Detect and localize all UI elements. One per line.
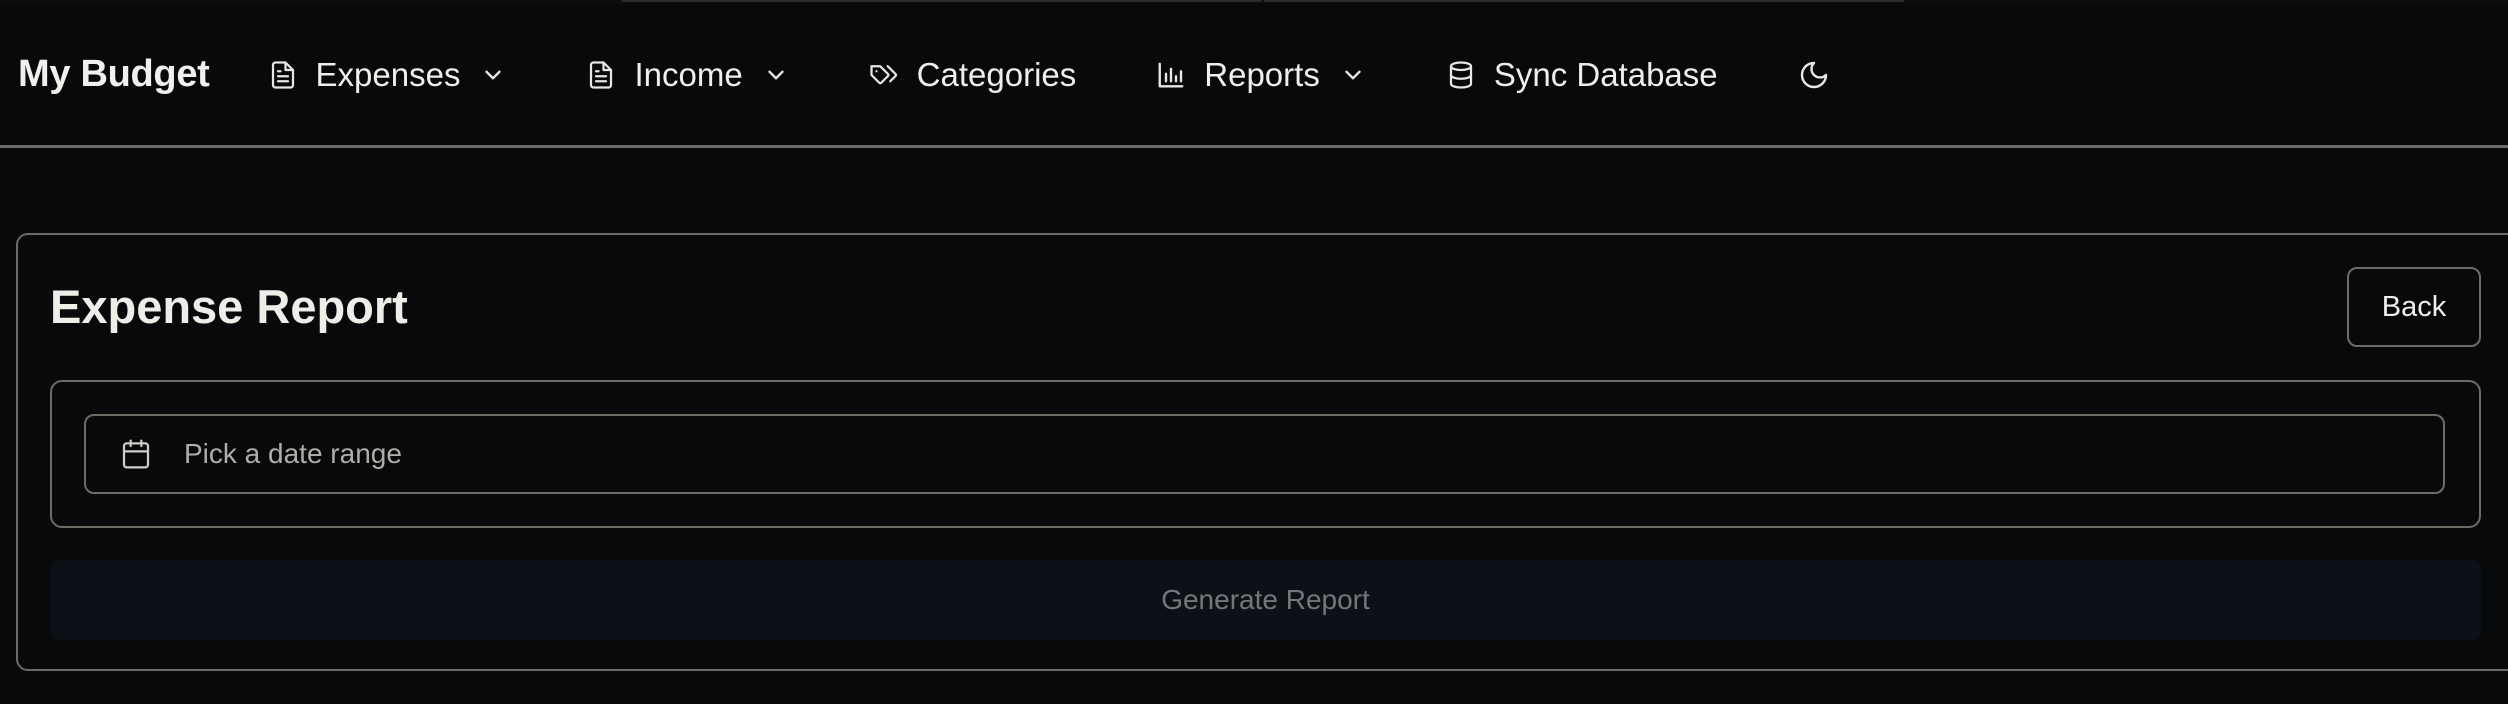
expense-report-card: Expense Report Back Pick a date range Ge… — [16, 233, 2508, 671]
date-range-placeholder: Pick a date range — [184, 438, 402, 469]
generate-report-button[interactable]: Generate Report — [50, 560, 2481, 640]
bar-chart-icon — [1156, 60, 1186, 90]
tags-icon — [869, 60, 899, 90]
nav-categories-label: Categories — [916, 55, 1077, 93]
theme-toggle-button[interactable] — [1798, 40, 1830, 110]
chevron-down-icon — [763, 62, 789, 88]
file-text-icon — [268, 60, 298, 90]
tab-strip-divider — [1264, 0, 1904, 2]
nav-expenses-label: Expenses — [315, 55, 461, 93]
chevron-down-icon — [1340, 62, 1366, 88]
back-button[interactable]: Back — [2347, 267, 2481, 347]
tab-strip-divider — [622, 0, 1262, 2]
nav-categories[interactable]: Categories — [869, 40, 1077, 110]
nav-expenses[interactable]: Expenses — [268, 40, 507, 110]
nav-income-label: Income — [634, 55, 743, 93]
calendar-icon — [120, 438, 152, 470]
moon-icon — [1798, 59, 1830, 91]
nav-sync-database[interactable]: Sync Database — [1446, 40, 1718, 110]
page-title: Expense Report — [50, 280, 408, 333]
nav-income[interactable]: Income — [586, 40, 788, 110]
nav-reports-label: Reports — [1204, 55, 1320, 93]
file-text-icon — [586, 60, 616, 90]
chevron-down-icon — [480, 62, 506, 88]
nav-reports[interactable]: Reports — [1156, 40, 1366, 110]
top-navbar: My Budget Expenses Income Categories Rep… — [0, 4, 2508, 148]
database-icon — [1446, 60, 1476, 90]
brand-title[interactable]: My Budget — [18, 53, 210, 96]
date-range-picker[interactable]: Pick a date range — [84, 414, 2445, 494]
nav-sync-database-label: Sync Database — [1493, 55, 1718, 93]
date-filter-panel: Pick a date range — [50, 380, 2481, 528]
